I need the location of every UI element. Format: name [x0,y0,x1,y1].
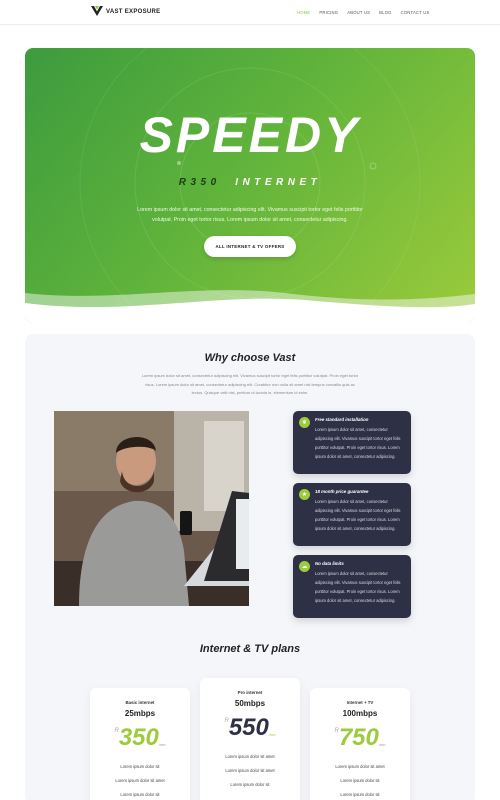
price-period: /mo [268,732,276,737]
plan-price: R 750 /mo [310,726,410,750]
logo-icon [91,6,103,16]
plan-feature: Lorem ipsum dolor sit amet [115,778,165,783]
plan-feature: Lorem ipsum dolor sit [340,778,380,783]
offers-button[interactable]: ALL INTERNET & TV OFFERS [204,236,296,257]
plan-feature: Lorem ipsum dolor sit [340,792,380,797]
plan-name: Internet + TV [346,700,374,705]
plan-card-internet-tv[interactable]: Internet + TV 100mbps R 750 /mo Lorem ip… [310,688,410,800]
plan-feature: Lorem ipsum dolor sit amet [225,768,275,773]
hero-description: Lorem ipsum dolor sit amet, consectetur … [137,207,363,223]
feature-title: 18 month price guarantee [315,489,369,494]
brand-name: VAST EXPOSURE [106,8,161,15]
plan-name: Basic internet [125,700,155,705]
feature-card-installation: ❦ Free standard installation Lorem ipsum… [293,411,411,474]
price-period: /mo [158,742,166,747]
brand-logo[interactable]: VAST EXPOSURE [91,6,160,17]
main-menu: HOME PRICING ABOUT US BLOG CONTACT US [297,10,429,15]
hero-sub-word: INTERNET [235,177,322,188]
plan-speed: 50mbps [234,699,266,708]
menu-item-home[interactable]: HOME [297,10,310,15]
plan-price: R 350 /mo [90,726,190,750]
feature-card-no-data-limits: ☁ No data limits Lorem ipsum dolor sit a… [293,555,411,618]
menu-item-pricing[interactable]: PRICING [319,10,338,15]
plan-speed: 25mbps [124,709,156,718]
why-title: Why choose Vast [204,352,296,364]
plan-speed: 100mbps [342,709,378,718]
feature-text: Lorem ipsum dolor sit amet, consectetur … [315,571,401,603]
menu-item-about[interactable]: ABOUT US [347,10,370,15]
menu-item-contact[interactable]: CONTACT US [401,10,430,15]
cloud-icon: ☁ [299,561,310,572]
plan-feature: Lorem ipsum dolor sit amet [335,764,385,769]
top-nav: VAST EXPOSURE HOME PRICING ABOUT US BLOG… [0,0,500,25]
man-on-phone-photo [54,411,249,606]
photo-illustration [54,411,249,606]
leaf-icon: ❦ [299,417,310,428]
hero-banner: SPEEDY R350 INTERNET Lorem ipsum dolor s… [25,48,475,323]
feature-title: No data limits [315,561,344,566]
plan-card-pro[interactable]: Pro internet 50mbps R 550 /mo Lorem ipsu… [200,678,300,800]
plan-feature: Lorem ipsum dolor sit [230,782,270,787]
hero-subtitle: R350 INTERNET [25,177,475,188]
plan-card-basic[interactable]: Basic internet 25mbps R 350 /mo Lorem ip… [90,688,190,800]
menu-item-blog[interactable]: BLOG [379,10,391,15]
plan-name: Pro internet [237,690,263,695]
feature-text: Lorem ipsum dolor sit amet, consectetur … [315,427,401,459]
star-icon: ★ [299,489,310,500]
plan-feature: Lorem ipsum dolor sit [120,764,160,769]
why-lead: Lorem ipsum dolor sit amet, consectetur … [141,373,359,395]
price-amount: 350 [118,724,159,751]
hero-price: R350 [178,177,221,188]
plan-feature: Lorem ipsum dolor sit [120,792,160,797]
hero-title: SPEEDY [139,107,361,163]
price-amount: 750 [338,724,379,751]
price-amount: 550 [228,714,269,741]
plan-feature: Lorem ipsum dolor sit amet [225,754,275,759]
price-period: /mo [378,742,386,747]
feature-card-price-guarantee: ★ 18 month price guarantee Lorem ipsum d… [293,483,411,546]
feature-text: Lorem ipsum dolor sit amet, consectetur … [315,499,401,531]
plan-price: R 550 /mo [200,716,300,740]
feature-title: Free standard installation [315,417,369,422]
plans-title: Internet & TV plans [199,643,301,655]
